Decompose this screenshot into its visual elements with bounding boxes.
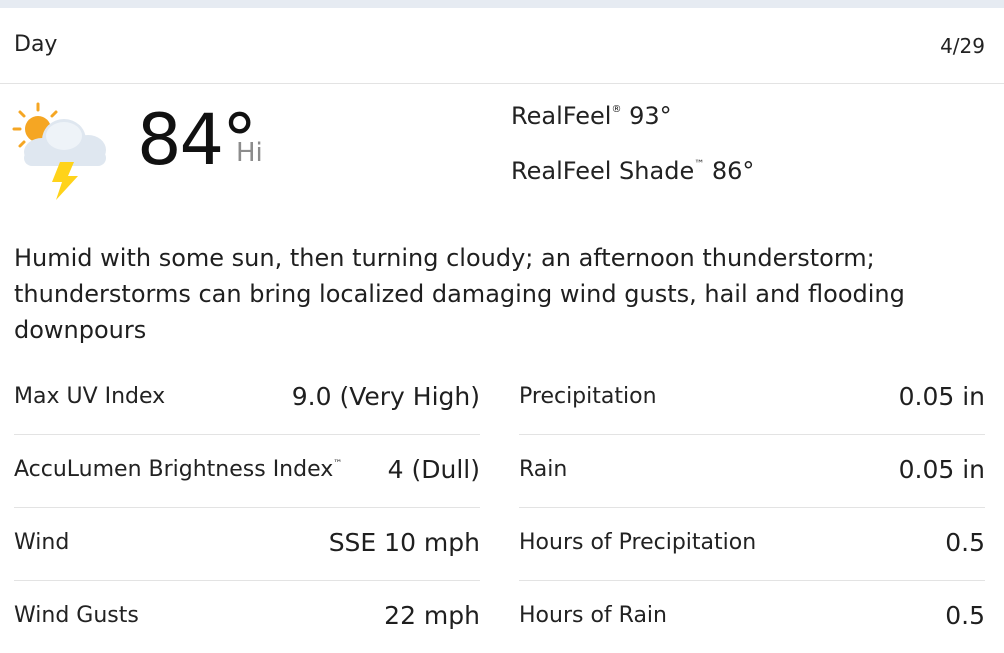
hi-label: Hi [236,138,263,168]
day-header: Day 4/29 [0,8,1004,84]
registered-mark: ® [611,104,622,115]
detail-row-wind: Wind SSE 10 mph [14,508,480,581]
detail-row-hours-rain: Hours of Rain 0.5 [519,581,985,653]
detail-value: 4 (Dull) [387,455,480,484]
realfeel-shade-value: 86° [711,157,755,185]
realfeel-shade-label: RealFeel Shade [511,157,695,185]
detail-label: Rain [519,457,568,482]
detail-value: 0.5 [945,528,985,557]
details-left-column: Max UV Index 9.0 (Very High) AccuLumen B… [14,362,480,653]
detail-label: Wind [14,530,70,555]
realfeel-label: RealFeel [511,102,612,130]
detail-row-precipitation: Precipitation 0.05 in [519,362,985,435]
detail-row-acculumen: AccuLumen Brightness Index™ 4 (Dull) [14,435,480,508]
detail-value: 22 mph [384,601,480,630]
detail-row-rain: Rain 0.05 in [519,435,985,508]
detail-label: Hours of Rain [519,603,667,628]
trademark-mark: ™ [333,459,343,469]
detail-value: 0.05 in [898,455,985,484]
detail-label: AccuLumen Brightness Index™ [14,457,342,482]
detail-label: Precipitation [519,384,657,409]
acculumen-label: AccuLumen Brightness Index [14,457,334,482]
detail-value: 0.05 in [898,382,985,411]
detail-row-hours-precipitation: Hours of Precipitation 0.5 [519,508,985,581]
realfeel: RealFeel® 93° [511,102,672,130]
day-label: Day [14,32,58,57]
trademark-mark: ™ [694,159,705,170]
date-label: 4/29 [940,34,985,58]
detail-value: SSE 10 mph [328,528,480,557]
detail-label: Max UV Index [14,384,166,409]
detail-row-wind-gusts: Wind Gusts 22 mph [14,581,480,653]
top-edge-bar [0,0,1004,8]
forecast-phrase: Humid with some sun, then turning cloudy… [14,244,905,344]
detail-label: Wind Gusts [14,603,139,628]
realfeel-shade: RealFeel Shade™ 86° [511,157,754,185]
detail-row-max-uv: Max UV Index 9.0 (Very High) [14,362,480,435]
details-right-column: Precipitation 0.05 in Rain 0.05 in Hours… [519,362,985,653]
realfeel-value: 93° [629,102,672,130]
detail-value: 0.5 [945,601,985,630]
detail-label: Hours of Precipitation [519,530,757,555]
detail-value: 9.0 (Very High) [291,382,480,411]
thunderstorm-partly-sunny-icon [12,102,106,200]
